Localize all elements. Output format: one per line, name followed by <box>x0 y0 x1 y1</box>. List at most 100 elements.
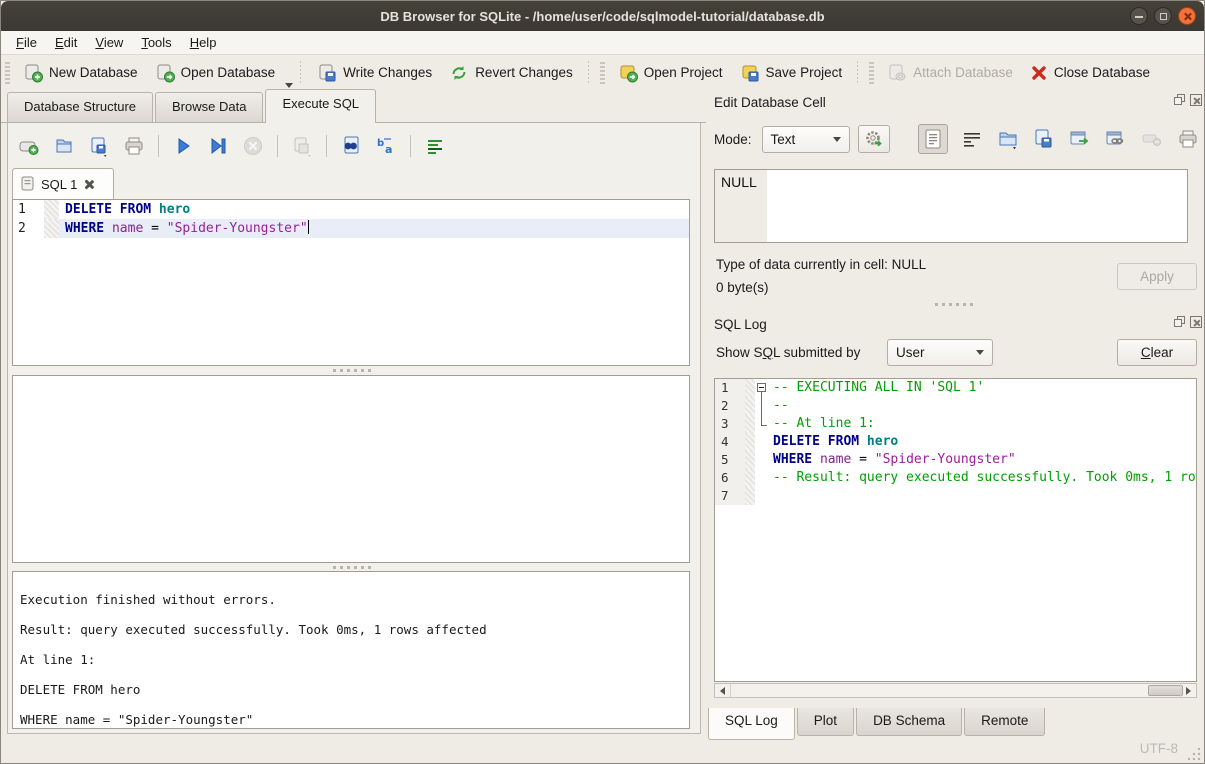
line-number: 1 <box>13 200 44 219</box>
fold-marker <box>755 415 771 433</box>
log-line: 2 -- <box>715 397 1196 415</box>
log-horizontal-scrollbar[interactable] <box>714 683 1197 698</box>
toolbar-separator <box>588 61 589 85</box>
sql-log-view[interactable]: 1 -- EXECUTING ALL IN 'SQL 1' 2 -- 3 -- … <box>714 378 1197 682</box>
open-sql-file-button[interactable] <box>51 133 77 159</box>
tab-remote[interactable]: Remote <box>964 708 1045 736</box>
sql-editor[interactable]: 1 DELETE FROM hero 2 WHERE name = "Spide… <box>12 199 690 366</box>
set-null-icon <box>1141 132 1163 146</box>
toggle-results-button[interactable] <box>422 133 448 159</box>
toolbar-handle[interactable] <box>5 62 10 84</box>
results-grid[interactable] <box>12 375 690 563</box>
sql-document-icon <box>21 176 35 192</box>
minimize-button[interactable] <box>1130 7 1148 25</box>
menu-view[interactable]: View <box>86 33 132 52</box>
menu-file[interactable]: File <box>7 33 46 52</box>
new-sql-tab-button[interactable] <box>16 133 42 159</box>
splitter-handle[interactable] <box>8 367 700 374</box>
log-line: 1 -- EXECUTING ALL IN 'SQL 1' <box>715 379 1196 397</box>
sql-1-tab[interactable]: SQL 1 <box>12 168 114 199</box>
execute-sql-button[interactable] <box>170 133 196 159</box>
toolbar-handle[interactable] <box>600 62 605 84</box>
chevron-down-icon <box>833 137 841 142</box>
submitter-combobox[interactable]: User <box>887 339 993 366</box>
attach-database-icon <box>886 62 908 84</box>
execution-message-pane[interactable]: Execution finished without errors. Resul… <box>12 571 690 729</box>
word-wrap-button[interactable] <box>960 127 984 151</box>
cell-value-editor[interactable]: NULL <box>714 169 1188 243</box>
close-database-button[interactable]: Close Database <box>1021 59 1158 87</box>
resize-grip[interactable] <box>1188 747 1201 760</box>
mode-combobox[interactable]: Text <box>762 126 850 153</box>
float-panel-icon[interactable] <box>1174 316 1186 328</box>
export-cell-data-button[interactable] <box>1032 127 1056 151</box>
execute-current-line-button[interactable] <box>205 133 231 159</box>
log-line: 7 <box>715 487 1196 505</box>
toggle-lines-icon <box>423 134 447 158</box>
float-panel-icon[interactable] <box>1174 94 1186 106</box>
apply-format-button[interactable] <box>858 125 890 153</box>
set-null-button <box>1140 127 1164 151</box>
save-project-button[interactable]: Save Project <box>731 58 851 88</box>
open-database-dropdown[interactable] <box>285 83 293 88</box>
splitter-handle[interactable] <box>706 301 1205 308</box>
message-line: Result: query executed successfully. Too… <box>20 622 487 637</box>
maximize-button[interactable] <box>1154 7 1172 25</box>
execute-play-icon <box>171 134 195 158</box>
window-arrow-icon <box>1069 130 1091 148</box>
write-changes-button[interactable]: Write Changes <box>308 58 440 88</box>
cell-type-text: Type of data currently in cell: NULL <box>716 257 926 272</box>
right-dock-area: Edit Database Cell Mode: Text <box>706 91 1205 736</box>
sql-editor-toolbar: ba <box>16 132 448 160</box>
text-mode-button[interactable] <box>918 124 948 154</box>
fold-marker[interactable] <box>755 379 771 397</box>
close-panel-icon[interactable] <box>1190 316 1202 328</box>
tab-plot[interactable]: Plot <box>797 708 854 736</box>
toolbar-separator <box>326 135 327 157</box>
scroll-right-arrow[interactable] <box>1180 684 1196 697</box>
find-button[interactable] <box>338 133 364 159</box>
close-button[interactable] <box>1178 7 1196 25</box>
new-database-button[interactable]: New Database <box>14 58 146 88</box>
sql-tab-label: SQL 1 <box>41 177 77 192</box>
clear-log-button[interactable]: Clear <box>1117 339 1197 366</box>
scrollbar-thumb[interactable] <box>1148 685 1183 696</box>
log-line: 4 DELETE FROM hero <box>715 433 1196 451</box>
line-number: 2 <box>13 219 44 238</box>
tab-browse-data[interactable]: Browse Data <box>155 92 263 122</box>
open-in-external-button[interactable] <box>1068 127 1092 151</box>
tab-execute-sql[interactable]: Execute SQL <box>265 89 376 123</box>
scroll-left-arrow[interactable] <box>715 684 731 697</box>
editor-line-current: 2 WHERE name = "Spider-Youngster" <box>13 219 689 238</box>
menu-help[interactable]: Help <box>181 33 226 52</box>
copy-link-button[interactable] <box>1104 127 1128 151</box>
encoding-indicator[interactable]: UTF-8 <box>1140 741 1178 756</box>
auto-format-button[interactable]: ba <box>373 133 399 159</box>
cell-size-text: 0 byte(s) <box>716 280 769 295</box>
open-project-button[interactable]: Open Project <box>609 58 731 88</box>
import-cell-data-button[interactable] <box>996 127 1020 151</box>
close-sql-tab-icon[interactable] <box>83 179 94 190</box>
tab-db-schema[interactable]: DB Schema <box>856 708 962 736</box>
toolbar-handle[interactable] <box>869 62 874 84</box>
title-bar[interactable]: DB Browser for SQLite - /home/user/code/… <box>1 1 1204 31</box>
menu-edit[interactable]: Edit <box>46 33 86 52</box>
save-sql-file-icon <box>87 134 111 158</box>
open-sql-file-icon <box>52 134 76 158</box>
print-icon <box>122 134 146 158</box>
print-sql-button[interactable] <box>121 133 147 159</box>
print-cell-button[interactable] <box>1176 127 1200 151</box>
save-sql-file-button[interactable] <box>86 133 112 159</box>
open-database-icon <box>154 62 176 84</box>
menu-tools[interactable]: Tools <box>132 33 180 52</box>
log-line: 3 -- At line 1: <box>715 415 1196 433</box>
revert-changes-button[interactable]: Revert Changes <box>440 58 581 88</box>
close-panel-icon[interactable] <box>1190 94 1202 106</box>
status-bar: UTF-8 <box>1 734 1204 763</box>
splitter-handle[interactable] <box>8 564 700 571</box>
execute-line-icon <box>206 134 230 158</box>
open-database-button[interactable]: Open Database <box>146 58 284 88</box>
toolbar-separator <box>300 61 301 85</box>
new-tab-icon <box>17 134 41 158</box>
tab-database-structure[interactable]: Database Structure <box>7 92 153 122</box>
